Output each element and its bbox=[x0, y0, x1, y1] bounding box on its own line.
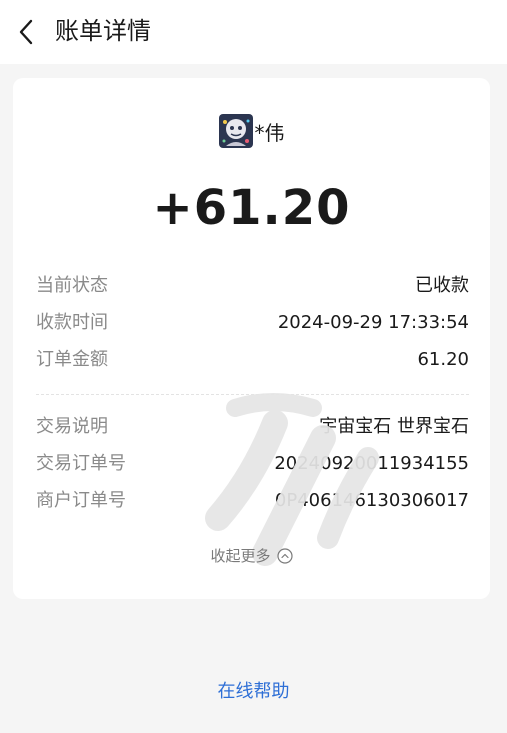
redaction-scribble bbox=[205, 393, 379, 566]
bill-card: *伟 +61.20 当前状态 已收款 收款时间 2024-09-29 17:33… bbox=[13, 78, 490, 599]
status-row: 当前状态 已收款 bbox=[36, 273, 469, 299]
back-button[interactable] bbox=[14, 17, 42, 47]
payee: *伟 bbox=[13, 114, 490, 150]
top-bar: 账单详情 bbox=[0, 0, 507, 64]
order-amount-row: 订单金额 61.20 bbox=[36, 347, 469, 373]
order-amount-label: 订单金额 bbox=[36, 349, 108, 370]
transaction-id-value[interactable]: 20240920011934155 bbox=[274, 451, 469, 477]
collapse-button[interactable]: 收起更多 bbox=[13, 544, 490, 568]
payee-name: *伟 bbox=[254, 120, 285, 145]
receive-time-value: 2024-09-29 17:33:54 bbox=[277, 312, 469, 333]
page-title: 账单详情 bbox=[55, 17, 151, 45]
collapse-label[interactable]: 收起更多 bbox=[210, 547, 270, 565]
status-label: 当前状态 bbox=[36, 275, 108, 296]
avatar-icon[interactable] bbox=[218, 114, 253, 148]
receive-time-label: 收款时间 bbox=[36, 312, 108, 333]
merchant-order-row: 商户订单号 0P406146130306017 bbox=[36, 488, 469, 514]
description-label: 交易说明 bbox=[36, 416, 108, 437]
status-value: 已收款 bbox=[415, 275, 469, 296]
transaction-id-row: 交易订单号 20240920011934155 bbox=[36, 451, 469, 477]
order-amount-value: 61.20 bbox=[417, 349, 469, 370]
chevron-up-circle-icon[interactable] bbox=[276, 548, 293, 564]
divider bbox=[36, 394, 469, 395]
description-row: 交易说明 宇宙宝石 世界宝石 bbox=[36, 414, 469, 440]
receive-time-row: 收款时间 2024-09-29 17:33:54 bbox=[36, 310, 469, 336]
merchant-order-label: 商户订单号 bbox=[36, 490, 126, 511]
transaction-amount: +61.20 bbox=[152, 180, 351, 236]
online-help-link[interactable]: 在线帮助 bbox=[0, 678, 507, 706]
transaction-id-label: 交易订单号 bbox=[36, 453, 126, 474]
chevron-left-icon[interactable] bbox=[14, 17, 42, 47]
merchant-order-value[interactable]: 0P406146130306017 bbox=[275, 488, 469, 514]
description-value[interactable]: 宇宙宝石 世界宝石 bbox=[319, 414, 469, 440]
